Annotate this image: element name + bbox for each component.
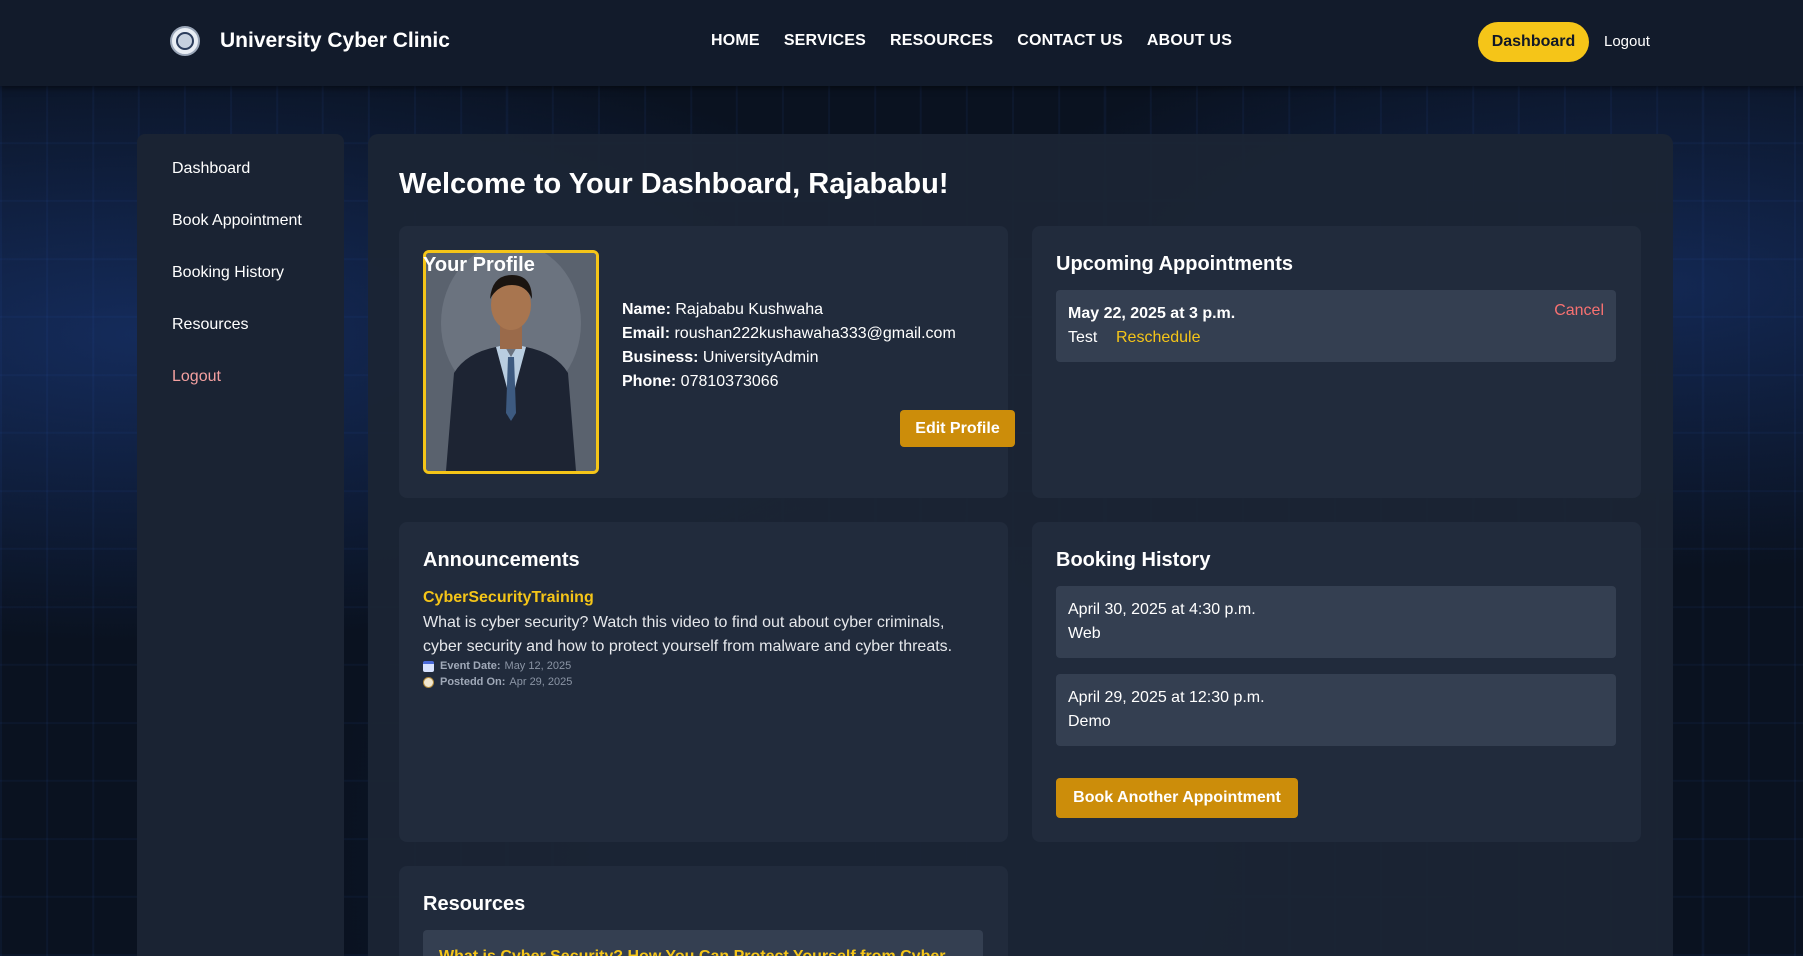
announcements-card: Announcements CyberSecurityTraining What… <box>399 522 1008 842</box>
profile-card: Your Profile Name: Rajababu Kushwaha Ema… <box>399 226 1015 498</box>
reschedule-link[interactable]: Reschedule <box>1116 329 1201 347</box>
nav-resources[interactable]: RESOURCES <box>890 32 993 50</box>
nav-services[interactable]: SERVICES <box>784 32 866 50</box>
announcement-body: What is cyber security? Watch this video… <box>423 614 953 655</box>
edit-profile-button[interactable]: Edit Profile <box>900 410 1015 447</box>
cancel-link[interactable]: Cancel <box>1554 302 1604 320</box>
profile-title: Your Profile <box>423 254 535 276</box>
brand[interactable]: University Cyber Clinic <box>170 26 450 56</box>
nav-home[interactable]: HOME <box>711 32 760 50</box>
announcements-title: Announcements <box>423 549 580 571</box>
university-seal-icon <box>170 26 200 56</box>
upcoming-title: Upcoming Appointments <box>1056 253 1294 275</box>
profile-photo <box>423 250 599 474</box>
nav-about-us[interactable]: ABOUT US <box>1147 32 1232 50</box>
history-item: April 29, 2025 at 12:30 p.m. Demo <box>1056 674 1616 746</box>
header-logout-link[interactable]: Logout <box>1604 33 1650 50</box>
history-item: April 30, 2025 at 4:30 p.m. Web <box>1056 586 1616 658</box>
book-another-appointment-button[interactable]: Book Another Appointment <box>1056 778 1298 818</box>
sidebar-item-resources[interactable]: Resources <box>172 316 248 334</box>
top-navbar: University Cyber Clinic HOME SERVICES RE… <box>0 0 1803 86</box>
history-service: Web <box>1068 625 1101 642</box>
profile-email: Email: roushan222kushawaha333@gmail.com <box>622 325 956 342</box>
sidebar-item-book-appointment[interactable]: Book Appointment <box>172 212 302 230</box>
booking-history-card: Booking History April 30, 2025 at 4:30 p… <box>1032 522 1641 842</box>
resources-title: Resources <box>423 893 526 915</box>
sidebar-item-dashboard[interactable]: Dashboard <box>172 160 250 178</box>
announcement-event-date: Event Date: May 12, 2025 <box>423 660 571 672</box>
page-title: Welcome to Your Dashboard, Rajababu! <box>399 168 949 200</box>
announcement-title[interactable]: CyberSecurityTraining <box>423 589 594 607</box>
resource-item: What is Cyber Security? How You Can Prot… <box>423 930 983 956</box>
appointment-service: Test <box>1068 329 1098 346</box>
announcement-posted-date: Postedd On: Apr 29, 2025 <box>423 676 572 688</box>
history-date: April 29, 2025 at 12:30 p.m. <box>1068 689 1265 706</box>
dashboard-button[interactable]: Dashboard <box>1478 22 1589 62</box>
resource-link[interactable]: What is Cyber Security? How You Can Prot… <box>439 948 945 956</box>
resources-card: Resources What is Cyber Security? How Yo… <box>399 866 1008 956</box>
main-nav: HOME SERVICES RESOURCES CONTACT US ABOUT… <box>711 32 1232 50</box>
sidebar-item-booking-history[interactable]: Booking History <box>172 264 284 282</box>
upcoming-appointments-card: Upcoming Appointments May 22, 2025 at 3 … <box>1032 226 1641 498</box>
profile-phone: Phone: 07810373066 <box>622 373 779 390</box>
booking-history-title: Booking History <box>1056 549 1211 571</box>
brand-name[interactable]: University Cyber Clinic <box>220 29 450 53</box>
profile-name: Name: Rajababu Kushwaha <box>622 301 824 318</box>
dashboard-main: Welcome to Your Dashboard, Rajababu! You… <box>368 134 1673 956</box>
calendar-icon <box>423 660 434 672</box>
appointment-item: May 22, 2025 at 3 p.m. Test Reschedule C… <box>1056 290 1616 362</box>
clock-icon <box>423 676 434 688</box>
sidebar: Dashboard Book Appointment Booking Histo… <box>137 134 344 956</box>
history-date: April 30, 2025 at 4:30 p.m. <box>1068 601 1256 618</box>
sidebar-item-logout[interactable]: Logout <box>172 368 221 386</box>
appointment-date: May 22, 2025 at 3 p.m. <box>1068 305 1236 322</box>
nav-contact-us[interactable]: CONTACT US <box>1017 32 1123 50</box>
profile-business: Business: UniversityAdmin <box>622 349 819 366</box>
history-service: Demo <box>1068 713 1111 730</box>
